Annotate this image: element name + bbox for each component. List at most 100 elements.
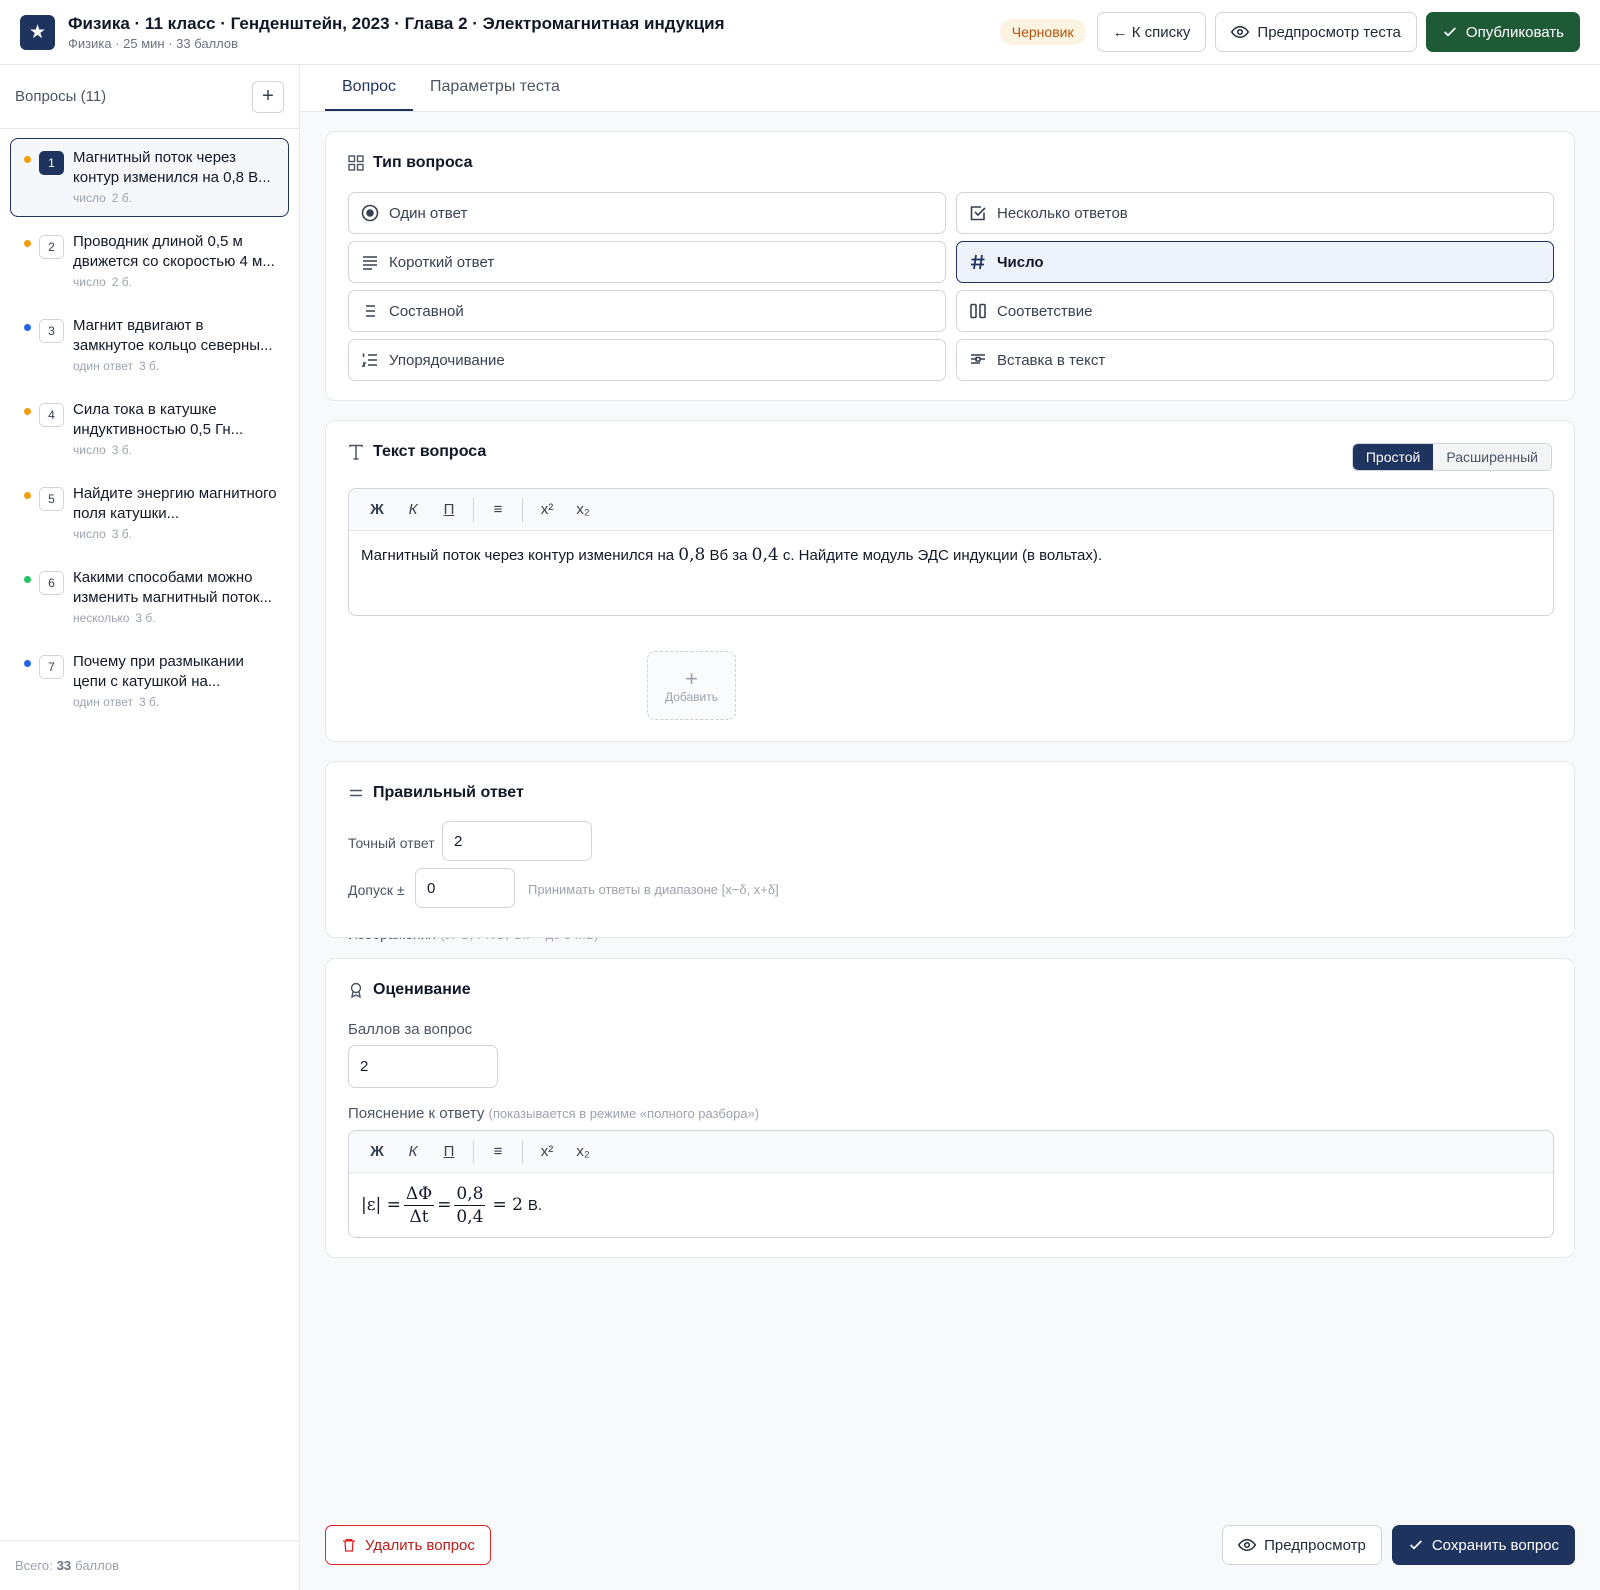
question-list-item[interactable]: 4 Сила тока в катушке индуктивностью 0,5 … [10,390,289,469]
question-number: 2 [39,235,64,259]
question-preview-text: Почему при размыкании цепи с катушкой на… [73,653,244,690]
tolerance-input[interactable]: 0 [415,868,515,908]
formula-lhs: |ε| = [361,1195,401,1215]
question-number: 3 [39,319,64,343]
columns-icon [969,302,987,320]
question-meta: число 2 б. [73,191,278,205]
list-button[interactable]: ≡ [480,495,516,525]
delete-label: Удалить вопрос [365,1536,475,1554]
exact-answer-label: Точный ответ [348,835,435,851]
question-type-label: Короткий ответ [389,253,495,271]
back-to-list-button[interactable]: ← К списку [1096,12,1207,52]
question-type-option[interactable]: Вставка в текст [956,339,1554,381]
toolbar-divider [522,1139,523,1164]
delete-question-button[interactable]: Удалить вопрос [325,1525,491,1565]
formula-den-1: Δt [409,1206,429,1227]
preview-test-button[interactable]: Предпросмотр теста [1215,12,1417,52]
subscript-button[interactable]: x₂ [565,1137,601,1167]
status-badge: Черновик [999,19,1086,45]
formula-fraction-1: ΔΦ Δt [403,1183,435,1228]
question-number: 7 [39,655,64,679]
question-list-item[interactable]: 5 Найдите энергию магнитного поля катушки… [10,474,289,553]
questions-sidebar: Вопросы (11) + 1 Магнитный поток через ко… [0,65,300,1590]
question-preview-text: Магнит вдвигают в замкнутое кольцо север… [73,317,273,354]
question-list-item[interactable]: 6 Какими способами можно изменить магнитн… [10,558,289,637]
tolerance-hint: Принимать ответы в диапазоне [x−δ, x+δ] [528,882,779,897]
eye-icon [1238,1538,1257,1552]
formula-fraction-2: 0,8 0,4 [454,1183,486,1228]
question-type-option[interactable]: Несколько ответов [956,192,1554,234]
mode-simple-button[interactable]: Простой [1352,444,1434,470]
save-question-button[interactable]: Сохранить вопрос [1391,1525,1575,1565]
preview-label: Предпросмотр [1264,1536,1366,1554]
italic-button[interactable]: К [395,1137,431,1167]
question-type-label: Составной [389,302,464,320]
question-preview-text: Какими способами можно изменить магнитны… [73,569,272,606]
question-type-option[interactable]: Соответствие [956,290,1554,332]
tab-question[interactable]: Вопрос [325,65,414,111]
formula-num-2: 0,8 [454,1183,486,1206]
points-input[interactable]: 2 [348,1045,498,1088]
question-type-option[interactable]: Число [956,241,1554,283]
superscript-button[interactable]: x² [529,1137,565,1167]
status-dot [24,324,31,331]
eye-icon [1231,25,1250,39]
toolbar-divider [522,497,523,522]
question-type-label: Вставка в текст [997,351,1106,369]
tab-test-settings[interactable]: Параметры теста [413,65,577,111]
explanation-editor[interactable]: Ж К П ≡ x² x₂ |ε| = ΔΦ Δt = 0,8 0,4 = 2 … [348,1130,1554,1238]
question-type-card: Тип вопроса Один ответ Несколько ответов К… [325,131,1575,401]
question-list-item[interactable]: 7 Почему при размыкании цепи с катушкой н… [10,642,289,721]
preview-button[interactable]: Предпросмотр [1222,1525,1382,1565]
question-type: число [73,527,106,541]
editor-toolbar: Ж К П ≡ x² x₂ [349,489,1553,531]
question-body[interactable]: Магнитный поток через контур изменился н… [349,531,1553,579]
check-icon [1409,1540,1422,1550]
underline-button[interactable]: П [431,1137,467,1167]
bold-button[interactable]: Ж [359,1137,395,1167]
body-text-3: с. Найдите модуль ЭДС индукции (в вольта… [782,547,1103,564]
question-points: 3 б. [111,443,132,457]
question-number: 4 [39,403,64,427]
publish-label: Опубликовать [1465,23,1564,41]
grading-title: Оценивание [373,981,471,998]
question-points: 3 б. [139,695,160,709]
question-preview-text: Найдите энергию магнитного поля катушки.… [73,485,277,522]
explanation-formula[interactable]: |ε| = ΔΦ Δt = 0,8 0,4 = 2 В. [349,1173,1553,1237]
tolerance-label: Допуск ± [348,882,405,898]
text-type-icon [348,444,364,460]
question-type-option[interactable]: Упорядочивание [348,339,946,381]
question-list-item[interactable]: 1 Магнитный поток через контур изменился … [10,138,289,217]
superscript-button[interactable]: x² [529,495,565,525]
formula-unit: В. [527,1196,543,1214]
status-dot [24,660,31,667]
exact-answer-input[interactable]: 2 [442,821,592,861]
list-button[interactable]: ≡ [480,1137,516,1167]
status-dot [24,156,31,163]
question-editor[interactable]: Ж К П ≡ x² x₂ Магнитный поток через конт… [348,488,1554,616]
editor-mode-toggle: Простой Расширенный [1351,443,1552,471]
question-type-option[interactable]: Составной [348,290,946,332]
subscript-button[interactable]: x₂ [565,495,601,525]
add-question-button[interactable]: + [252,80,284,113]
status-dot [24,408,31,415]
question-text-card: Текст вопроса Простой Расширенный Ж К П … [325,420,1575,942]
question-type-option[interactable]: Один ответ [348,192,946,234]
publish-button[interactable]: Опубликовать [1425,12,1580,52]
mode-advanced-button[interactable]: Расширенный [1433,444,1551,470]
tab-bar: Вопрос Параметры теста [300,65,1600,112]
italic-button[interactable]: К [395,495,431,525]
question-list-item[interactable]: 2 Проводник длиной 0,5 м движется со скор… [10,222,289,301]
page-title: Физика · 11 класс · Генденштейн, 2023 · … [68,13,725,33]
body-text-2: Вб за [709,547,748,564]
explanation-label-row: Пояснение к ответу (показывается в режим… [348,1105,759,1122]
underline-button[interactable]: П [431,495,467,525]
toolbar-divider [473,1139,474,1164]
question-type-label: Несколько ответов [997,204,1128,222]
question-list-item[interactable]: 3 Магнит вдвигают в замкнутое кольцо севе… [10,306,289,385]
add-image-button[interactable]: + Добавить [647,651,736,720]
question-points: 2 б. [111,275,132,289]
bold-button[interactable]: Ж [359,495,395,525]
question-type-option[interactable]: Короткий ответ [348,241,946,283]
question-meta: число 3 б. [73,527,278,541]
